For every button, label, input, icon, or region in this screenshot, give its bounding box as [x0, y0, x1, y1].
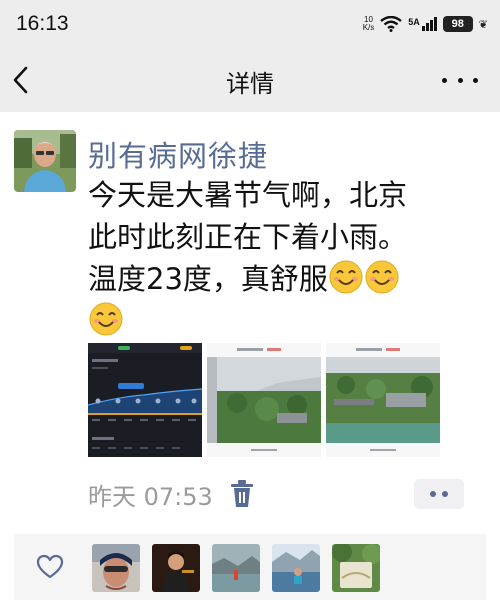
signal-bar — [421, 26, 425, 31]
signal-bar — [429, 20, 433, 31]
battery-indicator: 98 — [442, 16, 473, 32]
likes-panel — [14, 534, 486, 600]
status-time: 16:13 — [16, 12, 69, 35]
post-text: 今天是大暑节气啊，北京 此时此刻正在下着小雨。 温度23度，真舒服 — [88, 174, 488, 342]
status-icons: 10 K/s 5A 98 ❦ — [363, 14, 488, 34]
back-button[interactable] — [6, 62, 38, 98]
more-dots-icon — [457, 77, 463, 83]
post-text-line: 今天是大暑节气啊，北京 — [88, 178, 408, 212]
post-photo-weather-app[interactable] — [88, 343, 202, 457]
comment-dots-icon — [430, 491, 436, 497]
wifi-icon — [380, 16, 403, 32]
delete-button[interactable] — [229, 479, 255, 509]
signal-bar — [425, 23, 429, 31]
status-bar: 16:13 10 K/s 5A 98 ❦ — [0, 0, 500, 48]
more-button[interactable] — [442, 68, 478, 92]
like-heart — [36, 554, 64, 580]
leaf-icon: ❦ — [478, 17, 488, 31]
post-text-line: 此时此刻正在下着小雨。 — [88, 220, 408, 254]
smiling-face-emoji — [89, 302, 123, 336]
page-title: 详情 — [226, 70, 274, 98]
network-label: 5A — [408, 17, 420, 27]
cellular-signal-icon: 5A — [408, 17, 437, 31]
author-avatar[interactable] — [14, 130, 76, 192]
more-dots-icon — [442, 77, 447, 83]
post-time: 昨天 07:53 — [88, 482, 213, 511]
chevron-left-icon — [13, 66, 28, 94]
network-speed-unit: K/s — [362, 23, 375, 32]
post-photo-city-view-2[interactable] — [326, 343, 440, 457]
network-speed: 10 K/s — [363, 16, 375, 32]
moments-detail-screen: 16:13 10 K/s 5A 98 ❦ 详情 别有病网徐捷 今天是大暑节气啊，… — [0, 0, 500, 600]
post-text-line: 温度23度，真舒服 — [88, 258, 488, 300]
liker-avatar[interactable] — [92, 544, 140, 592]
comment-dots-icon — [442, 491, 448, 497]
post-text-line — [88, 300, 488, 342]
post-text-segment: 温度23度，真舒服 — [88, 262, 328, 296]
smiling-face-emoji — [365, 260, 399, 294]
liker-avatar[interactable] — [332, 544, 380, 592]
comment-button[interactable] — [414, 479, 464, 509]
signal-bar — [433, 17, 437, 31]
post-meta-row: 昨天 07:53 — [88, 476, 255, 512]
nav-bar: 详情 — [0, 48, 500, 112]
liker-avatar[interactable] — [152, 544, 200, 592]
liker-avatar[interactable] — [212, 544, 260, 592]
smiling-face-emoji — [329, 260, 363, 294]
post-photo-city-view-1[interactable] — [207, 343, 321, 457]
liker-avatar[interactable] — [272, 544, 320, 592]
heart-outline-icon — [36, 554, 64, 579]
trash-icon — [230, 480, 253, 507]
author-name[interactable]: 别有病网徐捷 — [88, 133, 268, 175]
more-dots-icon — [473, 77, 478, 83]
